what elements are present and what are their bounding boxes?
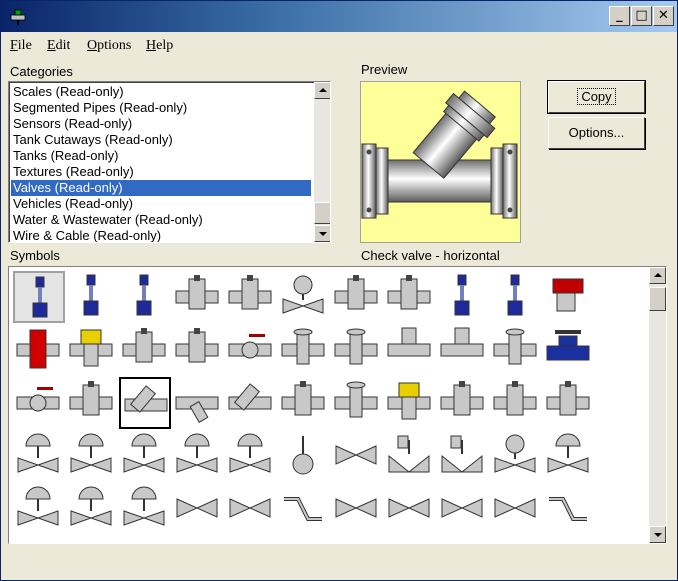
zigzag-icon[interactable]: [543, 483, 595, 535]
pipe-valve-icon[interactable]: [331, 377, 383, 429]
options-button[interactable]: Options...: [548, 117, 645, 149]
pipe-valve-icon[interactable]: [490, 324, 542, 376]
actuator-valve-blue-icon[interactable]: [119, 271, 171, 323]
scroll-down-button[interactable]: [314, 225, 330, 242]
category-item[interactable]: Tank Cutaways (Read-only): [11, 132, 311, 148]
red-valve-icon[interactable]: [13, 324, 65, 376]
bowtie-valve-icon[interactable]: [331, 430, 383, 482]
category-item[interactable]: Vehicles (Read-only): [11, 196, 311, 212]
category-item[interactable]: Sensors (Read-only): [11, 116, 311, 132]
dome-valve-icon[interactable]: [225, 430, 277, 482]
ball-valve-icon[interactable]: [225, 324, 277, 376]
dome-valve-icon[interactable]: [172, 430, 224, 482]
diaphragm-valve-icon[interactable]: [543, 377, 595, 429]
arrow-down-icon: [654, 533, 662, 537]
diaphragm-valve-icon[interactable]: [331, 271, 383, 323]
categories-label: Categories: [10, 64, 73, 79]
category-item[interactable]: Textures (Read-only): [11, 164, 311, 180]
categories-scrollbar[interactable]: [314, 82, 330, 242]
symbols-scroll-thumb[interactable]: [649, 287, 666, 311]
category-item[interactable]: Tanks (Read-only): [11, 148, 311, 164]
preview-pane: [360, 81, 521, 243]
yellow-valve-icon[interactable]: [384, 377, 436, 429]
arrow-down-icon: [319, 232, 327, 236]
dome-valve-icon[interactable]: [66, 430, 118, 482]
control-valve-icon[interactable]: [172, 271, 224, 323]
categories-listbox[interactable]: Scales (Read-only) Segmented Pipes (Read-…: [8, 81, 331, 243]
pipe-valve-icon[interactable]: [331, 324, 383, 376]
menu-bar: File Edit Options Help: [1, 32, 677, 59]
symbols-scroll-up-button[interactable]: [649, 267, 666, 284]
actuator-valve-blue-icon[interactable]: [437, 271, 489, 323]
actuator-valve-blue-icon[interactable]: [13, 271, 65, 323]
bowtie-valve-icon[interactable]: [225, 483, 277, 535]
bowtie-valve-icon[interactable]: [490, 483, 542, 535]
symbol-library-window: _ □ ✕ File Edit Options Help Categories …: [0, 0, 678, 581]
bowtie-valve-icon[interactable]: [331, 483, 383, 535]
angle-valve-icon[interactable]: [437, 377, 489, 429]
dome-valve-icon[interactable]: [66, 483, 118, 535]
dome-valve-icon[interactable]: [13, 430, 65, 482]
zigzag-icon[interactable]: [278, 483, 330, 535]
minimize-button[interactable]: _: [609, 6, 630, 26]
motor-valve-icon[interactable]: [278, 271, 330, 323]
square-valve-icon[interactable]: [437, 430, 489, 482]
dome-valve-icon[interactable]: [119, 430, 171, 482]
pipe-tee-icon[interactable]: [437, 324, 489, 376]
maximize-button[interactable]: □: [631, 6, 652, 26]
actuator-valve-blue-icon[interactable]: [490, 271, 542, 323]
motor-valve-icon[interactable]: [490, 430, 542, 482]
bowtie-valve-icon[interactable]: [437, 483, 489, 535]
bowtie-valve-icon[interactable]: [384, 483, 436, 535]
dome-valve-icon[interactable]: [543, 430, 595, 482]
yellow-valve-icon[interactable]: [66, 324, 118, 376]
check-valve-preview-icon: [361, 90, 518, 219]
control-valve-icon[interactable]: [384, 271, 436, 323]
symbols-scroll-down-button[interactable]: [649, 526, 666, 543]
check-valve-icon[interactable]: [225, 377, 277, 429]
actuator-valve-icon[interactable]: [172, 324, 224, 376]
preview-label: Preview: [361, 62, 408, 77]
dome-valve-icon[interactable]: [119, 483, 171, 535]
small-valve-icon[interactable]: [490, 377, 542, 429]
symbols-scrollbar[interactable]: [649, 267, 666, 543]
menu-options[interactable]: Options: [87, 38, 131, 54]
menu-help[interactable]: Help: [146, 38, 173, 54]
blue-valve-icon[interactable]: [543, 324, 595, 376]
arrow-up-icon: [654, 273, 662, 277]
menu-file[interactable]: File: [10, 38, 32, 54]
category-item[interactable]: Valves (Read-only): [11, 180, 311, 196]
scroll-thumb[interactable]: [314, 202, 330, 224]
copy-button[interactable]: Copy: [547, 80, 646, 114]
preview-caption: Check valve - horizontal: [361, 248, 500, 263]
menu-edit[interactable]: Edit: [47, 38, 70, 54]
gate-valve-icon[interactable]: [119, 324, 171, 376]
dome-valve-icon[interactable]: [13, 483, 65, 535]
gauge-valve-icon[interactable]: [278, 377, 330, 429]
check-valve-icon[interactable]: [119, 377, 171, 429]
app-icon: [10, 9, 26, 25]
symbols-label: Symbols: [10, 248, 60, 263]
category-item[interactable]: Segmented Pipes (Read-only): [11, 100, 311, 116]
title-bar[interactable]: _ □ ✕: [1, 1, 677, 32]
ball-float-icon[interactable]: [278, 430, 330, 482]
symbols-grid[interactable]: [8, 266, 667, 544]
y-valve-icon[interactable]: [172, 377, 224, 429]
pipe-tee-icon[interactable]: [384, 324, 436, 376]
category-item[interactable]: Water & Wastewater (Read-only): [11, 212, 311, 228]
category-item[interactable]: Scales (Read-only): [11, 84, 311, 100]
gate-valve-icon[interactable]: [66, 377, 118, 429]
pipe-valve-icon[interactable]: [278, 324, 330, 376]
actuator-valve-red-icon[interactable]: [543, 271, 595, 323]
actuator-valve-blue-icon[interactable]: [66, 271, 118, 323]
square-valve-icon[interactable]: [384, 430, 436, 482]
bowtie-valve-icon[interactable]: [172, 483, 224, 535]
ball-valve-icon[interactable]: [13, 377, 65, 429]
arrow-up-icon: [319, 88, 327, 92]
category-item[interactable]: Wire & Cable (Read-only): [11, 228, 311, 242]
status-strip: [1, 546, 677, 580]
solenoid-valve-icon[interactable]: [225, 271, 277, 323]
scroll-up-button[interactable]: [314, 82, 330, 99]
close-button[interactable]: ✕: [653, 6, 674, 26]
